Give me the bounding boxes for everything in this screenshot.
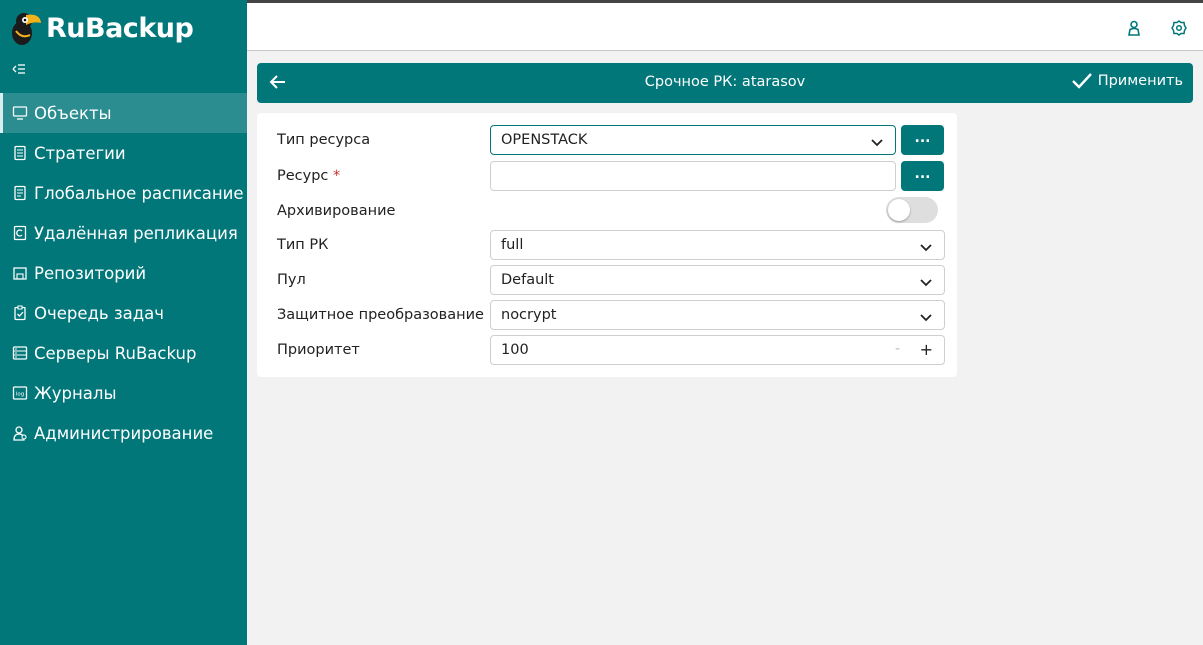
- svg-text:log: log: [16, 392, 24, 398]
- chevron-down-icon: [871, 135, 883, 151]
- pool-select[interactable]: Default: [490, 265, 945, 295]
- toggle-knob: [888, 199, 910, 221]
- form-card: Тип ресурса OPENSTACK ... Ресурс * ... А…: [257, 113, 957, 377]
- sidebar-item-label: Очередь задач: [34, 303, 165, 323]
- archiving-label: Архивирование: [277, 203, 396, 219]
- priority-increment-button[interactable]: +: [920, 340, 933, 359]
- protection-row: Защитное преобразование nocrypt: [257, 300, 957, 330]
- repository-icon: [12, 265, 28, 281]
- admin-icon: [12, 425, 28, 441]
- sidebar-item-label: Глобальное расписание: [34, 183, 244, 203]
- backup-type-label: Тип РК: [277, 237, 329, 253]
- sidebar-item-label: Серверы RuBackup: [34, 343, 197, 363]
- apply-button[interactable]: Применить: [1071, 72, 1183, 90]
- monitor-icon: [12, 105, 28, 121]
- archiving-toggle[interactable]: [886, 197, 938, 223]
- chevron-down-icon: [920, 275, 932, 291]
- sidebar-item-task-queue[interactable]: Очередь задач: [0, 293, 247, 333]
- archiving-row: Архивирование: [257, 196, 957, 226]
- pool-value: Default: [501, 272, 554, 288]
- sidebar-item-label: Репозиторий: [34, 263, 147, 283]
- user-icon[interactable]: [1127, 20, 1141, 40]
- protection-label: Защитное преобразование: [277, 307, 484, 323]
- sidebar: RuBackup Объекты Стратегии Глобальное ра…: [0, 0, 247, 645]
- sidebar-nav: Объекты Стратегии Глобальное расписание …: [0, 93, 247, 453]
- resource-type-select[interactable]: OPENSTACK: [490, 125, 896, 155]
- resource-row: Ресурс * ...: [257, 161, 957, 191]
- chevron-down-icon: [920, 240, 932, 256]
- sidebar-item-label: Администрирование: [34, 423, 214, 443]
- sidebar-item-label: Журналы: [34, 383, 117, 403]
- brand-name: RuBackup: [46, 12, 194, 44]
- priority-label: Приоритет: [277, 342, 360, 358]
- pool-label: Пул: [277, 272, 306, 288]
- sidebar-item-objects[interactable]: Объекты: [0, 93, 247, 133]
- collapse-menu-icon[interactable]: [12, 62, 26, 80]
- check-icon: [1071, 73, 1092, 89]
- priority-row: Приоритет 100 - +: [257, 335, 957, 365]
- resource-input[interactable]: [490, 161, 896, 191]
- pool-row: Пул Default: [257, 265, 957, 295]
- sidebar-item-servers[interactable]: Серверы RuBackup: [0, 333, 247, 373]
- brand-logo[interactable]: RuBackup: [8, 6, 194, 50]
- apply-button-label: Применить: [1097, 73, 1183, 89]
- toucan-logo-icon: [12, 13, 41, 45]
- resource-type-row: Тип ресурса OPENSTACK ...: [257, 125, 957, 155]
- page-header: Срочное РК: atarasov Применить: [257, 63, 1193, 103]
- sidebar-item-repository[interactable]: Репозиторий: [0, 253, 247, 293]
- sidebar-item-label: Объекты: [34, 103, 112, 123]
- protection-select[interactable]: nocrypt: [490, 300, 945, 330]
- gear-icon[interactable]: [1171, 20, 1187, 40]
- schedule-icon: [12, 185, 28, 201]
- resource-type-label: Тип ресурса: [277, 132, 371, 148]
- priority-stepper[interactable]: 100 - +: [490, 335, 945, 365]
- chevron-down-icon: [920, 310, 932, 326]
- resource-type-value: OPENSTACK: [501, 132, 588, 148]
- resource-type-browse-button[interactable]: ...: [901, 125, 944, 155]
- replication-icon: [12, 225, 28, 241]
- sidebar-item-logs[interactable]: log Журналы: [0, 373, 247, 413]
- resource-label: Ресурс *: [277, 168, 340, 184]
- priority-decrement-button[interactable]: -: [895, 341, 900, 357]
- sidebar-item-remote-replication[interactable]: Удалённая репликация: [0, 213, 247, 253]
- sidebar-item-global-schedule[interactable]: Глобальное расписание: [0, 173, 247, 213]
- sidebar-item-strategies[interactable]: Стратегии: [0, 133, 247, 173]
- priority-value: 100: [501, 342, 529, 358]
- backup-type-value: full: [501, 237, 524, 253]
- backup-type-select[interactable]: full: [490, 230, 945, 260]
- sidebar-item-label: Удалённая репликация: [34, 223, 238, 243]
- task-queue-icon: [12, 305, 28, 321]
- servers-icon: [12, 345, 28, 361]
- required-mark: *: [333, 168, 341, 184]
- top-bar: [247, 0, 1203, 51]
- page-title: Срочное РК: atarasov: [644, 74, 806, 90]
- resource-label-text: Ресурс: [277, 168, 329, 184]
- resource-browse-button[interactable]: ...: [901, 161, 944, 191]
- document-icon: [12, 145, 28, 161]
- backup-type-row: Тип РК full: [257, 230, 957, 260]
- sidebar-item-label: Стратегии: [34, 143, 126, 163]
- sidebar-item-administration[interactable]: Администрирование: [0, 413, 247, 453]
- log-icon: log: [12, 385, 28, 401]
- protection-value: nocrypt: [501, 307, 557, 323]
